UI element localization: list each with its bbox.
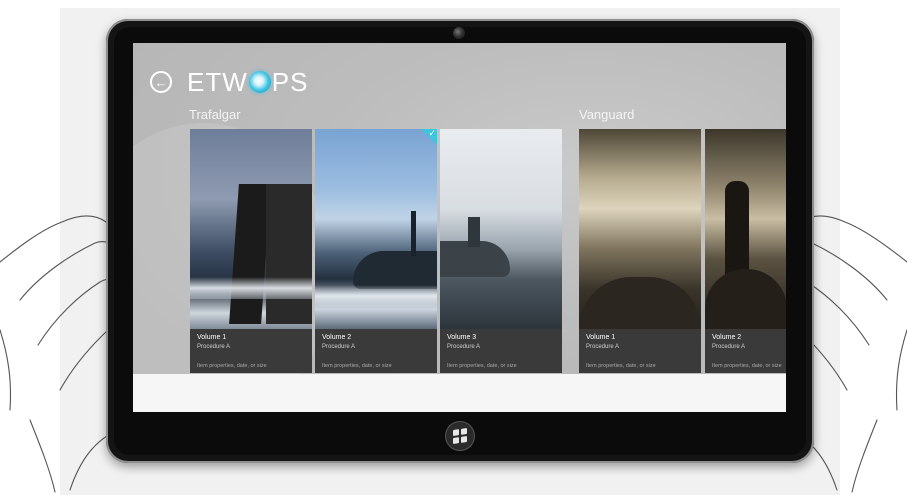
app-title-suffix: PS [271,67,309,97]
tile-trafalgar-volume-1[interactable]: Volume 1 Procedure A Item properties, da… [190,129,312,373]
tile-title: Volume 2 [712,334,742,341]
tile-trafalgar-volume-3[interactable]: Volume 3 Procedure A Item properties, da… [440,129,562,373]
tile-caption: Volume 2 Procedure A Item properties, da… [705,329,786,373]
group-label-vanguard: Vanguard [579,107,635,122]
tile-caption: Volume 1 Procedure A Item properties, da… [579,329,701,373]
app-title: ETW PS [187,67,308,98]
camera-icon [453,27,465,39]
back-arrow-icon: ← [154,74,168,90]
back-button[interactable]: ← [150,71,172,93]
tile-image [705,129,786,329]
tile-vanguard-volume-1[interactable]: Volume 1 Procedure A Item properties, da… [579,129,701,373]
tile-title: Volume 3 [447,334,477,341]
tile-trafalgar-volume-2[interactable]: Volume 2 Procedure A Item properties, da… [315,129,437,373]
tile-meta: Item properties, date, or size [197,363,267,369]
tile-title: Volume 1 [197,334,227,341]
tile-caption: Volume 2 Procedure A Item properties, da… [315,329,437,373]
tile-subtitle: Procedure A [447,344,481,350]
app-screen: ← ETW PS Trafalgar Volume 1 Procedure A I… [133,43,786,412]
logo-orb-icon [248,71,271,93]
tile-subtitle: Procedure A [197,344,231,350]
windows-home-button[interactable] [445,421,475,451]
tile-title: Volume 1 [586,334,616,341]
tile-image [190,129,312,329]
checkmark-icon: ✓ [428,129,436,138]
tile-subtitle: Procedure A [586,344,620,350]
tile-caption: Volume 3 Procedure A Item properties, da… [440,329,562,373]
tile-subtitle: Procedure A [322,344,356,350]
tile-meta: Item properties, date, or size [712,363,782,369]
tile-image [579,129,701,329]
tablet-device: ← ETW PS Trafalgar Volume 1 Procedure A I… [106,19,814,463]
tile-meta: Item properties, date, or size [447,363,517,369]
windows-logo-icon [453,428,467,444]
tile-caption: Volume 1 Procedure A Item properties, da… [190,329,312,373]
group-label-trafalgar: Trafalgar [189,107,241,122]
tile-meta: Item properties, date, or size [586,363,656,369]
tile-title: Volume 2 [322,334,352,341]
tile-image [440,129,562,329]
tile-vanguard-volume-2[interactable]: Volume 2 Procedure A Item properties, da… [705,129,786,373]
app-title-prefix: ETW [187,67,248,97]
screen-bottom-band [133,374,786,412]
tile-image [315,129,437,329]
tile-subtitle: Procedure A [712,344,746,350]
tile-meta: Item properties, date, or size [322,363,392,369]
